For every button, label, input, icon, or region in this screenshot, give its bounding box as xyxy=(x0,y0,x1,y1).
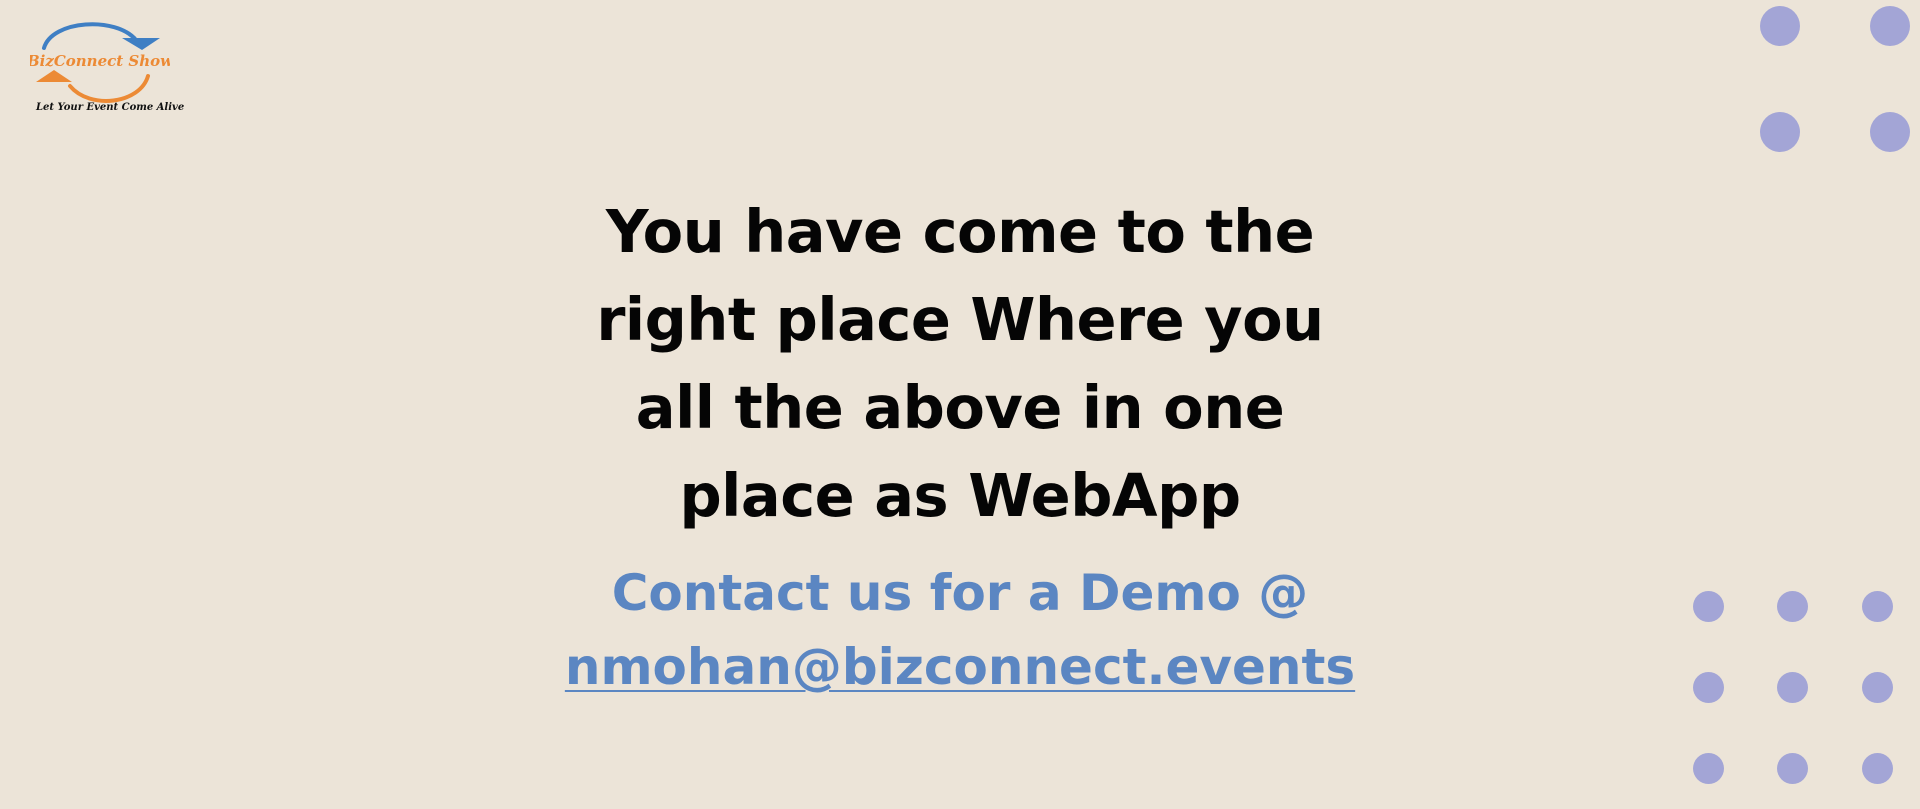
bizconnect-logo[interactable]: BizConnect Show Let Your Event Come Aliv… xyxy=(30,14,185,124)
decorative-dot xyxy=(1862,672,1893,703)
headline-line-3: all the above in one xyxy=(635,373,1285,442)
contact-cta: Contact us for a Demo @ xyxy=(611,564,1309,622)
decorative-dot xyxy=(1760,6,1800,46)
headline-line-2: right place Where you xyxy=(596,285,1324,354)
decorative-dot xyxy=(1862,591,1893,622)
headline-line-4: place as WebApp xyxy=(679,461,1241,530)
page-canvas: BizConnect Show Let Your Event Come Aliv… xyxy=(0,0,1920,809)
contact-email-link[interactable]: nmohan@bizconnect.events xyxy=(565,630,1355,704)
decorative-dot xyxy=(1870,112,1910,152)
decorative-dot xyxy=(1777,753,1808,784)
decorative-dot xyxy=(1870,6,1910,46)
logo-brand-text: BizConnect Show xyxy=(30,52,170,70)
headline-line-1: You have come to the xyxy=(605,197,1315,266)
decorative-dot xyxy=(1777,672,1808,703)
circular-arrows-logo-icon: BizConnect Show xyxy=(30,22,170,103)
decorative-dot xyxy=(1777,591,1808,622)
decorative-dot xyxy=(1693,672,1724,703)
logo-tagline: Let Your Event Come Alive xyxy=(36,102,185,113)
decorative-dot xyxy=(1693,591,1724,622)
decorative-dot xyxy=(1862,753,1893,784)
headline: You have come to the right place Where y… xyxy=(560,188,1360,540)
contact-section: Contact us for a Demo @ nmohan@bizconnec… xyxy=(520,556,1400,704)
decorative-dot xyxy=(1693,753,1724,784)
decorative-dot xyxy=(1760,112,1800,152)
